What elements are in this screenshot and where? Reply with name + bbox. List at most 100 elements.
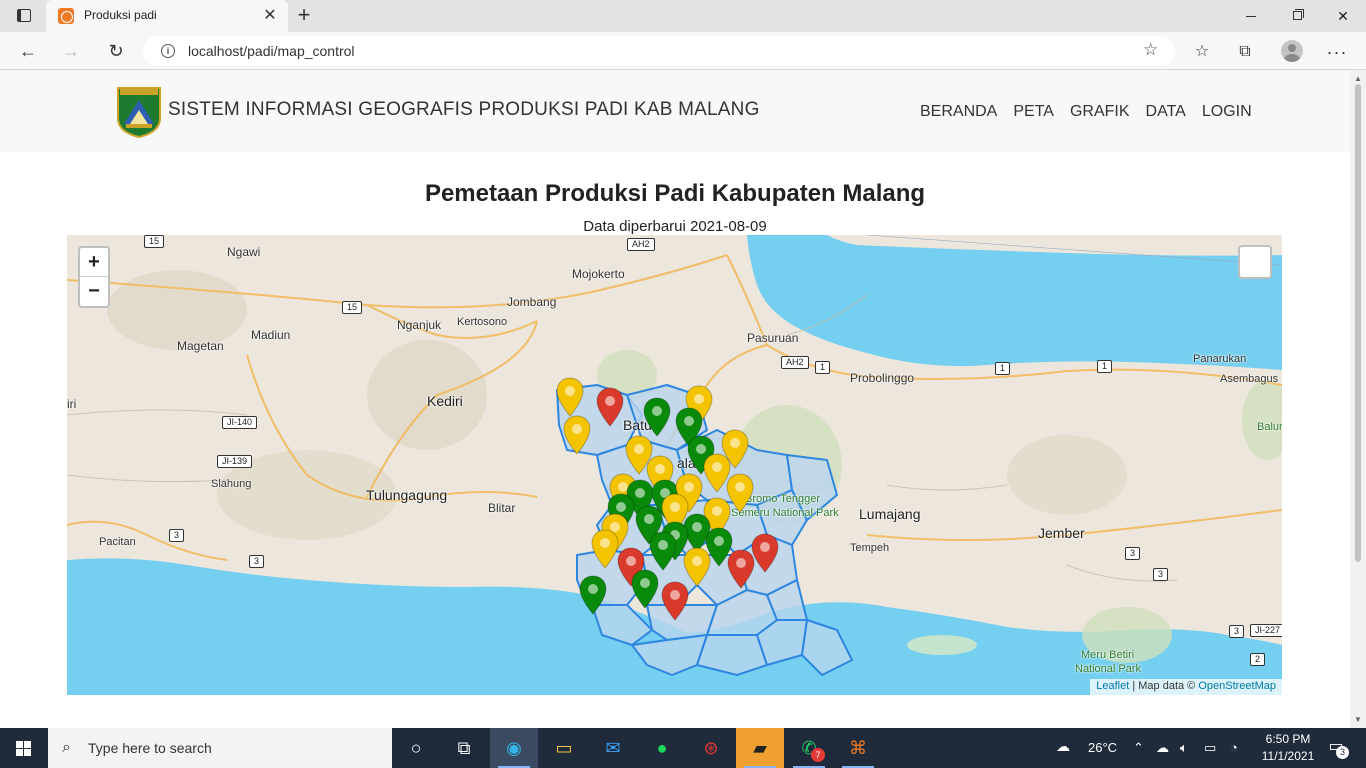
red-production-marker[interactable] — [751, 533, 779, 573]
yellow-production-marker[interactable] — [556, 377, 584, 417]
tab-actions-button[interactable] — [12, 6, 36, 26]
weather-cloud-icon[interactable]: ☁ — [1056, 738, 1070, 755]
mail-icon[interactable]: ✉ — [589, 728, 637, 768]
profile-avatar[interactable] — [1281, 40, 1303, 62]
road-shield: 3 — [1229, 625, 1245, 638]
road-shield: 3 — [169, 529, 185, 542]
file-explorer-icon[interactable]: ▭ — [540, 728, 588, 768]
nav-peta[interactable]: PETA — [1005, 103, 1062, 121]
edge-browser-icon[interactable]: ◉ — [490, 728, 538, 768]
reload-icon[interactable]: ↻ — [101, 37, 131, 65]
page-subtitle: Data diperbarui 2021-08-09 — [583, 218, 767, 235]
yellow-production-marker[interactable] — [563, 415, 591, 455]
map-label-bromo: Bromo Tengger — [745, 493, 821, 505]
road-shield: 3 — [1153, 568, 1169, 581]
nav-data[interactable]: DATA — [1138, 103, 1194, 121]
clock-time[interactable]: 6:50 PM — [1258, 732, 1318, 746]
browser-tab[interactable]: Produksi padi ✕ — [46, 0, 288, 32]
zoom-out-button[interactable]: − — [80, 277, 108, 306]
green-production-marker[interactable] — [631, 569, 659, 609]
map-label-ngawi: Ngawi — [227, 245, 261, 259]
zoom-in-button[interactable]: + — [80, 248, 108, 277]
map-label-tempeh: Tempeh — [850, 542, 890, 554]
tab-actions-icon — [17, 9, 31, 22]
add-favorite-star-icon[interactable]: ☆ — [1143, 40, 1158, 60]
tray-chevron-up-icon[interactable]: ⌃ — [1133, 740, 1144, 756]
weather-temperature[interactable]: 26°C — [1088, 740, 1117, 755]
site-info-icon[interactable]: i — [161, 44, 175, 58]
red-production-marker[interactable] — [596, 387, 624, 427]
map-label-baluran: Baluran — [1257, 421, 1282, 433]
whatsapp-icon[interactable]: ✆ 7 — [785, 728, 833, 768]
green-production-marker[interactable] — [649, 531, 677, 571]
map-label-slahung: Slahung — [211, 478, 252, 490]
search-placeholder: Type here to search — [88, 740, 212, 756]
red-production-marker[interactable] — [661, 581, 689, 621]
window-minimize-button[interactable] — [1228, 0, 1274, 32]
map-label-nganjuk: Nganjuk — [397, 318, 442, 332]
task-view-icon[interactable]: ⧉ — [440, 728, 488, 768]
address-bar[interactable]: i localhost/padi/map_control ☆ — [143, 36, 1175, 66]
wifi-icon[interactable]: ◔ — [1230, 740, 1238, 755]
leaflet-link[interactable]: Leaflet — [1096, 680, 1129, 692]
road-shield: 3 — [1125, 547, 1141, 560]
road-shield: JI-227 — [1250, 624, 1282, 637]
site-brand[interactable]: SISTEM INFORMASI GEOGRAFIS PRODUKSI PADI… — [168, 99, 760, 121]
url-text[interactable]: localhost/padi/map_control — [188, 43, 355, 59]
map-label-blitar: Blitar — [488, 501, 516, 515]
nav-beranda[interactable]: BERANDA — [912, 103, 1005, 121]
map-label-asembagus: Asembagus — [1220, 373, 1279, 385]
map-label-pasuruan: Pasuruan — [747, 331, 799, 345]
map-label-pacitan: Pacitan — [99, 536, 136, 548]
spotify-icon[interactable]: ● — [638, 728, 686, 768]
volume-icon[interactable]: 🔈︎ — [1180, 740, 1188, 756]
site-navbar: SISTEM INFORMASI GEOGRAFIS PRODUKSI PADI… — [0, 70, 1350, 152]
leaflet-map[interactable]: Ngawi Mojokerto Jombang Magetan Madiun N… — [67, 235, 1282, 695]
new-tab-button[interactable]: + — [292, 4, 316, 28]
nav-grafik[interactable]: GRAFIK — [1062, 103, 1138, 121]
road-shield: AH2 — [627, 238, 655, 251]
page-scrollbar[interactable]: ▲ ▼ — [1350, 70, 1366, 728]
scroll-thumb[interactable] — [1355, 84, 1361, 562]
onedrive-cloud-icon[interactable]: ☁ — [1156, 740, 1169, 756]
window-restore-button[interactable] — [1274, 0, 1320, 32]
map-label-jombang: Jombang — [507, 295, 557, 309]
map-label-kediri: Kediri — [427, 393, 463, 409]
osm-link[interactable]: OpenStreetMap — [1198, 680, 1276, 692]
green-production-marker[interactable] — [579, 575, 607, 615]
xampp-icon[interactable]: ⌘ — [834, 728, 882, 768]
nav-login[interactable]: LOGIN — [1194, 103, 1260, 121]
green-production-marker[interactable] — [643, 397, 671, 437]
search-icon: ⌕ — [62, 739, 71, 756]
back-arrow-icon[interactable]: ← — [13, 37, 43, 65]
window-close-button[interactable]: ✕ — [1320, 0, 1366, 32]
clock-date[interactable]: 11/1/2021 — [1258, 749, 1318, 763]
forward-arrow-icon[interactable]: → — [56, 37, 86, 65]
windows-start-button[interactable] — [0, 728, 48, 768]
app-icon[interactable]: ⊛ — [687, 728, 735, 768]
road-shield: 15 — [342, 301, 363, 314]
more-menu-icon[interactable]: ··· — [1326, 41, 1348, 63]
layer-control-button[interactable] — [1238, 245, 1272, 279]
scroll-down-arrow-icon[interactable]: ▼ — [1354, 715, 1362, 724]
tab-close-icon[interactable]: ✕ — [260, 6, 280, 26]
sticky-notes-icon[interactable]: ▰ — [736, 728, 784, 768]
yellow-production-marker[interactable] — [591, 529, 619, 569]
notification-count: 3 — [1336, 746, 1349, 759]
red-production-marker[interactable] — [727, 549, 755, 589]
battery-icon[interactable]: ▭ — [1204, 740, 1216, 756]
favorites-icon[interactable]: ☆ — [1191, 41, 1213, 63]
taskbar-search-box[interactable]: ⌕ Type here to search — [48, 728, 392, 768]
map-label-jember: Jember — [1038, 525, 1085, 541]
kabupaten-malang-logo[interactable] — [116, 84, 162, 138]
collections-icon[interactable]: ⧉ — [1234, 41, 1256, 63]
zoom-control: + − — [78, 246, 110, 308]
restore-icon — [1293, 11, 1302, 20]
notification-center-button[interactable]: ▭ 3 — [1318, 736, 1354, 760]
map-label-panarukan: Panarukan — [1193, 353, 1247, 365]
attribution-separator: | Map data © — [1129, 680, 1199, 692]
map-label-kertosono: Kertosono — [457, 316, 508, 328]
xampp-favicon-icon — [58, 8, 74, 24]
cortana-icon[interactable]: ○ — [392, 728, 440, 768]
scroll-up-arrow-icon[interactable]: ▲ — [1354, 74, 1362, 83]
